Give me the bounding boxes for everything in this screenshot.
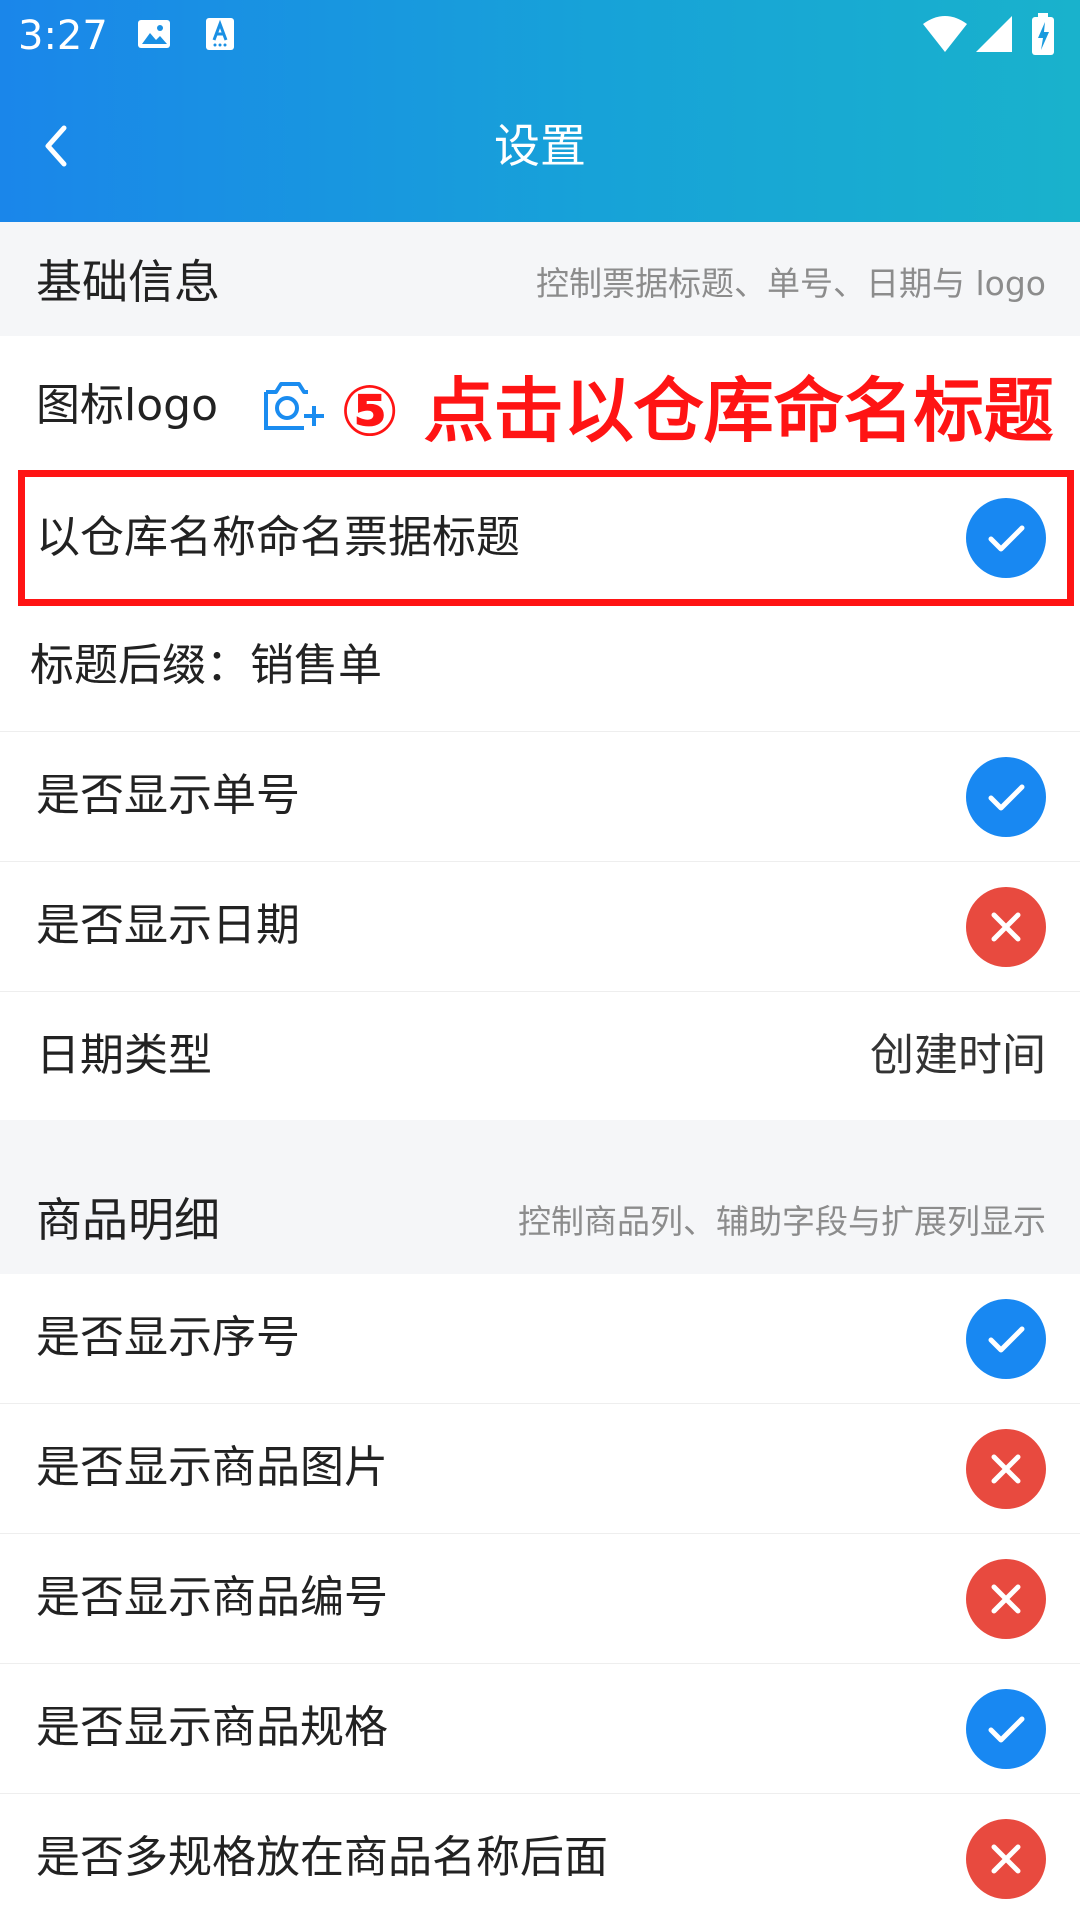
- show-seq-row[interactable]: 是否显示序号: [0, 1274, 1080, 1404]
- checkmark-icon: [988, 1716, 1025, 1743]
- row-label: 是否显示日期: [36, 900, 300, 951]
- nav-bar: 设置: [0, 96, 1080, 196]
- section-gap: [0, 1120, 1080, 1160]
- row-label: 图标logo: [36, 380, 218, 431]
- row-label: 标题后缀：销售单: [30, 640, 382, 691]
- row-label: 是否显示商品编号: [36, 1572, 388, 1623]
- checkmark-icon: [988, 784, 1025, 811]
- check-toggle[interactable]: [966, 1299, 1046, 1379]
- row-label: 日期类型: [36, 1030, 212, 1081]
- check-toggle[interactable]: [966, 887, 1046, 967]
- app-bar: 3:27 设置: [0, 0, 1080, 222]
- close-icon: [991, 1584, 1021, 1614]
- section-description: 控制商品列、辅助字段与扩展列显示: [518, 1202, 1046, 1241]
- section-title: 基础信息: [36, 255, 220, 309]
- row-label: 是否显示商品规格: [36, 1702, 388, 1753]
- check-toggle[interactable]: [966, 498, 1046, 578]
- section-description: 控制票据标题、单号、日期与 logo: [536, 264, 1046, 303]
- status-bar: 3:27: [0, 0, 1080, 72]
- close-icon: [991, 1844, 1021, 1874]
- show-number-row[interactable]: 是否显示单号: [0, 732, 1080, 862]
- row-label: 是否多规格放在商品名称后面: [36, 1832, 608, 1883]
- title-suffix-row[interactable]: 标题后缀：销售单: [0, 606, 1080, 732]
- date-type-value: 创建时间: [870, 1030, 1046, 1081]
- row-label: 以仓库名称命名票据标题: [36, 512, 520, 563]
- row-label: 是否显示序号: [36, 1312, 300, 1363]
- check-toggle[interactable]: [966, 1559, 1046, 1639]
- check-toggle[interactable]: [966, 1429, 1046, 1509]
- multi-spec-row[interactable]: 是否多规格放在商品名称后面: [0, 1794, 1080, 1924]
- row-label: 是否显示商品图片: [36, 1442, 388, 1493]
- row-label: 是否显示单号: [36, 770, 300, 821]
- add-photo-icon[interactable]: [262, 376, 324, 434]
- checkmark-icon: [988, 1326, 1025, 1353]
- check-toggle[interactable]: [966, 1819, 1046, 1899]
- checkmark-icon: [988, 525, 1025, 552]
- cellular-signal-icon: [974, 14, 1014, 58]
- section-title: 商品明细: [36, 1193, 220, 1247]
- app-notification-icon: [204, 16, 236, 56]
- status-time: 3:27: [18, 13, 108, 59]
- check-toggle[interactable]: [966, 757, 1046, 837]
- tutorial-annotation: ⑤ 点击以仓库命名标题: [340, 370, 1054, 452]
- page-title: 设置: [494, 119, 586, 173]
- section-header-basic: 基础信息 控制票据标题、单号、日期与 logo: [0, 222, 1080, 336]
- close-icon: [991, 912, 1021, 942]
- wifi-icon: [922, 14, 968, 58]
- battery-charging-icon: [1030, 12, 1056, 60]
- show-code-row[interactable]: 是否显示商品编号: [0, 1534, 1080, 1664]
- close-icon: [991, 1454, 1021, 1484]
- show-date-row[interactable]: 是否显示日期: [0, 862, 1080, 992]
- show-spec-row[interactable]: 是否显示商品规格: [0, 1664, 1080, 1794]
- check-toggle[interactable]: [966, 1689, 1046, 1769]
- show-image-row[interactable]: 是否显示商品图片: [0, 1404, 1080, 1534]
- warehouse-title-row[interactable]: 以仓库名称命名票据标题: [0, 474, 1080, 602]
- section-header-goods: 商品明细 控制商品列、辅助字段与扩展列显示: [0, 1160, 1080, 1274]
- image-notification-icon: [136, 16, 172, 56]
- date-type-row[interactable]: 日期类型 创建时间: [0, 992, 1080, 1120]
